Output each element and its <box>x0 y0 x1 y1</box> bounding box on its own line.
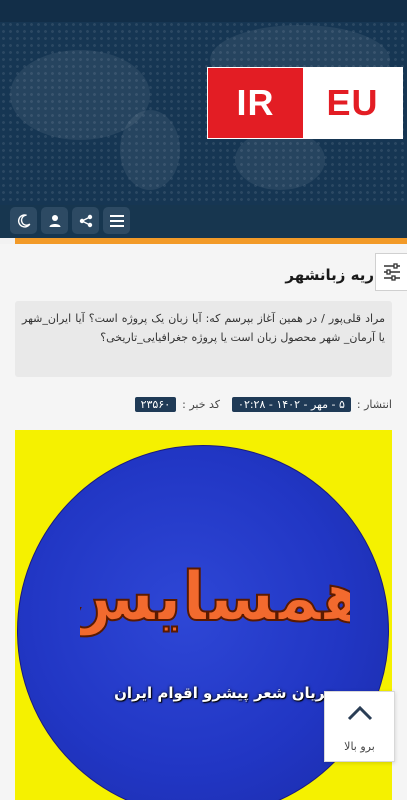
back-to-top-label: برو بالا <box>344 740 375 753</box>
chevron-up-icon <box>347 705 373 721</box>
logo-graphic-text: همسایس <box>80 558 350 637</box>
settings-panel-button[interactable] <box>375 253 407 291</box>
article-title[interactable]: ریه زبانشهر <box>34 266 374 284</box>
published-label: انتشار : <box>356 397 392 411</box>
share-button[interactable] <box>72 207 99 234</box>
published-date: ۵ - مهر - ۱۴۰۲ - ۰۲:۲۸ <box>232 396 351 412</box>
toolbar <box>0 205 407 238</box>
user-icon <box>49 214 60 227</box>
logo-eu-text: EU <box>303 68 402 138</box>
article-summary: مراد قلی‌پور / در همین آغاز بپرسم که: آی… <box>15 301 392 377</box>
hamsayas-logo-graphic: همسایس <box>80 557 350 638</box>
back-to-top-button[interactable]: برو بالا <box>324 691 395 762</box>
summary-text: مراد قلی‌پور / در همین آغاز بپرسم که: آی… <box>22 312 385 344</box>
site-logo[interactable]: IR EU <box>207 67 403 139</box>
news-code: ۲۳۵۶۰ <box>134 396 177 412</box>
news-code-label: کد خبر : <box>182 397 221 411</box>
dark-mode-button[interactable] <box>10 207 37 234</box>
sliders-icon <box>384 263 400 281</box>
menu-button[interactable] <box>103 207 130 234</box>
user-button[interactable] <box>41 207 68 234</box>
logo-ir-text: IR <box>208 68 303 138</box>
article-meta: انتشار : ۵ - مهر - ۱۴۰۲ - ۰۲:۲۸ کد خبر :… <box>134 395 392 413</box>
share-icon <box>79 214 92 227</box>
site-header: IR EU <box>0 0 407 205</box>
moon-icon <box>17 213 30 228</box>
image-caption: جریان شعر پیشرو اقوام ایران <box>114 684 336 702</box>
menu-icon <box>109 214 124 227</box>
